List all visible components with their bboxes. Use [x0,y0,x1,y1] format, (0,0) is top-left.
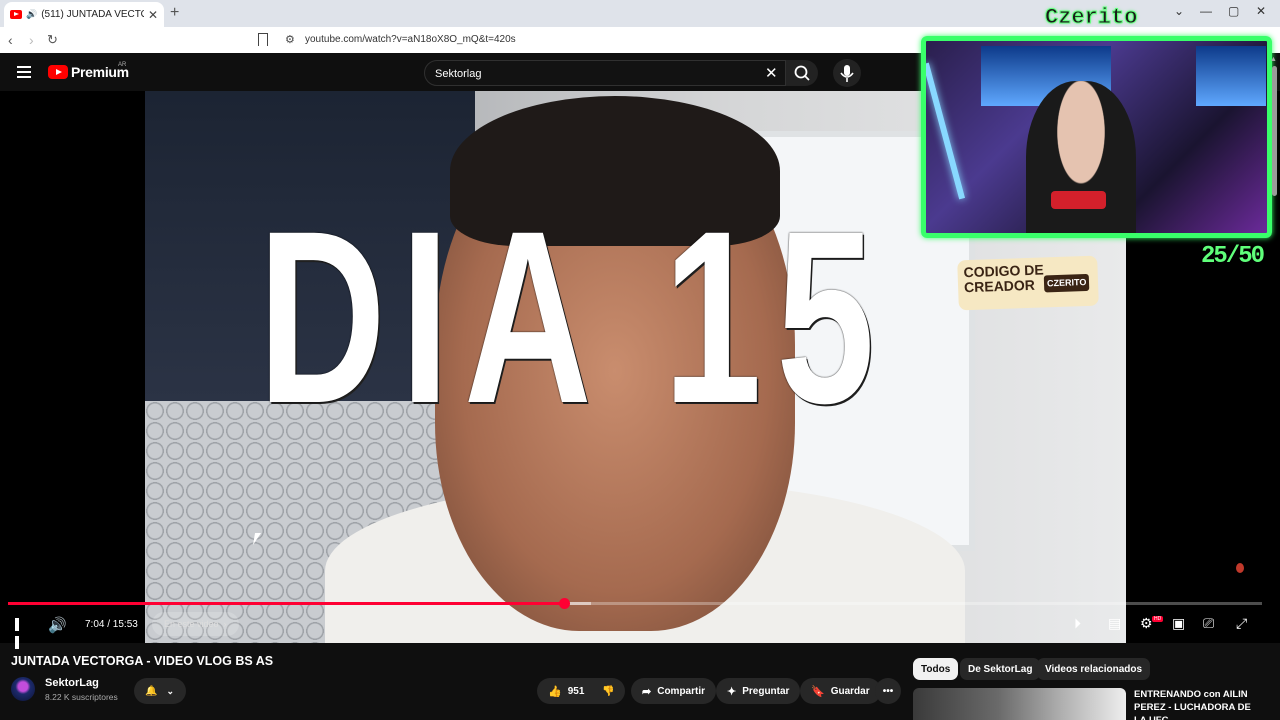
bookmark-icon[interactable] [258,33,268,46]
url-text[interactable]: youtube.com/watch?v=aN18oX8O_mQ&t=420s [305,34,516,45]
microphone-icon [840,65,854,82]
share-icon: ➦ [642,685,652,698]
creator-code-badge: CODIGO DE CREADOR CZERITO [957,255,1099,311]
filter-todos[interactable]: Todos [913,658,959,680]
clear-search-icon[interactable]: ✕ [765,64,778,82]
more-actions-button[interactable]: ••• [875,678,901,704]
scroll-up-icon[interactable]: ▲ [1270,56,1277,63]
youtube-logo[interactable]: Premium AR [48,62,129,80]
scrubber-handle[interactable] [558,598,570,609]
progress-bar[interactable] [8,598,1262,609]
fullscreen-icon[interactable]: ⤢ [1236,615,1247,632]
streamer-microphone [1051,191,1106,209]
played-bar [8,602,564,605]
related-video-title[interactable]: ENTRENANDO con AILIN PEREZ - LUCHADORA D… [1134,688,1264,720]
bookmark-save-icon: 🔖 [811,685,825,698]
streamer-person [1026,81,1136,233]
cam-neon-light [926,62,966,200]
close-window-icon[interactable]: ✕ [1256,4,1266,18]
subtitles-icon[interactable]: ▤ [1108,615,1121,632]
browser-tab-active[interactable]: 🔊 (511) JUNTADA VECTORGA - ✕ [4,2,164,27]
subscribe-bell-button[interactable]: 🔔 ⌄ [134,678,186,704]
settings-icon[interactable]: ⚙ [1140,615,1153,632]
like-dislike-group: 👍 951 👎 [537,678,625,704]
ask-button[interactable]: ✦ Preguntar [716,678,801,704]
day-overlay-text: DIA 15 [258,180,890,455]
filter-channel[interactable]: De SektorLag [960,658,1041,680]
notification-dot-icon [1236,563,1244,573]
forward-icon[interactable]: › [29,32,34,48]
hd-badge: HD [1152,616,1164,622]
more-icon: ••• [882,685,894,697]
new-tab-icon[interactable]: + [170,4,179,22]
creator-code-value: CZERITO [1043,273,1090,293]
youtube-favicon-icon [10,10,22,19]
time-display: 7:04 / 15:53 [85,619,138,630]
streamer-name: Czerito [1044,5,1138,31]
video-title: JUNTADA VECTORGA - VIDEO VLOG BS AS [11,654,274,668]
like-icon[interactable]: 👍 [548,685,562,698]
tab-title: (511) JUNTADA VECTORGA - [41,9,144,20]
maximize-icon[interactable]: ▢ [1228,4,1239,18]
search-icon [794,65,810,81]
share-label: Compartir [657,685,706,697]
save-button[interactable]: 🔖 Guardar [800,678,881,704]
subscriber-count: 8.22 K suscriptores [45,692,118,702]
search-box[interactable]: Sektorlag ✕ [424,60,786,86]
site-info-icon[interactable]: ⚙ [285,33,295,46]
cast-icon[interactable]: ⎚ [1203,615,1214,632]
country-code: AR [118,62,127,68]
chevron-right-icon: › [223,619,227,629]
close-tab-icon[interactable]: ✕ [148,8,158,22]
save-label: Guardar [830,685,870,697]
dislike-icon[interactable]: 👎 [602,686,614,697]
pause-button[interactable] [15,618,27,649]
related-thumbnail[interactable] [913,688,1126,720]
share-button[interactable]: ➦ Compartir [631,678,717,704]
volume-icon[interactable]: 🔊 [48,616,67,634]
search-button[interactable] [786,60,818,86]
creator-code-label: CODIGO DE CREADOR [963,261,1044,296]
sparkle-icon: ✦ [727,685,737,698]
menu-icon[interactable] [17,66,31,81]
chevron-down-icon: ⌄ [166,685,174,696]
channel-name[interactable]: SektorLag [45,677,99,689]
ask-label: Preguntar [742,685,790,697]
goal-counter: 25/50 [1201,243,1265,270]
bell-icon: 🔔 [145,685,158,697]
youtube-play-icon [48,65,68,79]
streamer-webcam [921,36,1272,238]
minimize-icon[interactable]: — [1200,4,1212,18]
page-scrollbar[interactable] [1272,66,1277,196]
speaker-icon[interactable]: 🔊 [26,9,37,20]
autoplay-toggle[interactable]: ⏵ [1074,615,1081,632]
like-count[interactable]: 951 [568,686,585,697]
channel-avatar[interactable] [11,677,35,701]
chapter-chip[interactable]: En este video › [152,612,239,636]
voice-search-button[interactable] [833,59,861,87]
tab-search-icon[interactable]: ⌄ [1174,4,1184,18]
search-input[interactable]: Sektorlag [435,68,481,80]
miniplayer-icon[interactable]: ▣ [1172,615,1185,632]
reload-icon[interactable]: ↻ [47,32,58,48]
filter-related[interactable]: Videos relacionados [1037,658,1151,680]
chapter-chip-label: En este video [164,619,219,629]
cam-monitor-right [1196,46,1266,106]
back-icon[interactable]: ‹ [8,32,13,48]
